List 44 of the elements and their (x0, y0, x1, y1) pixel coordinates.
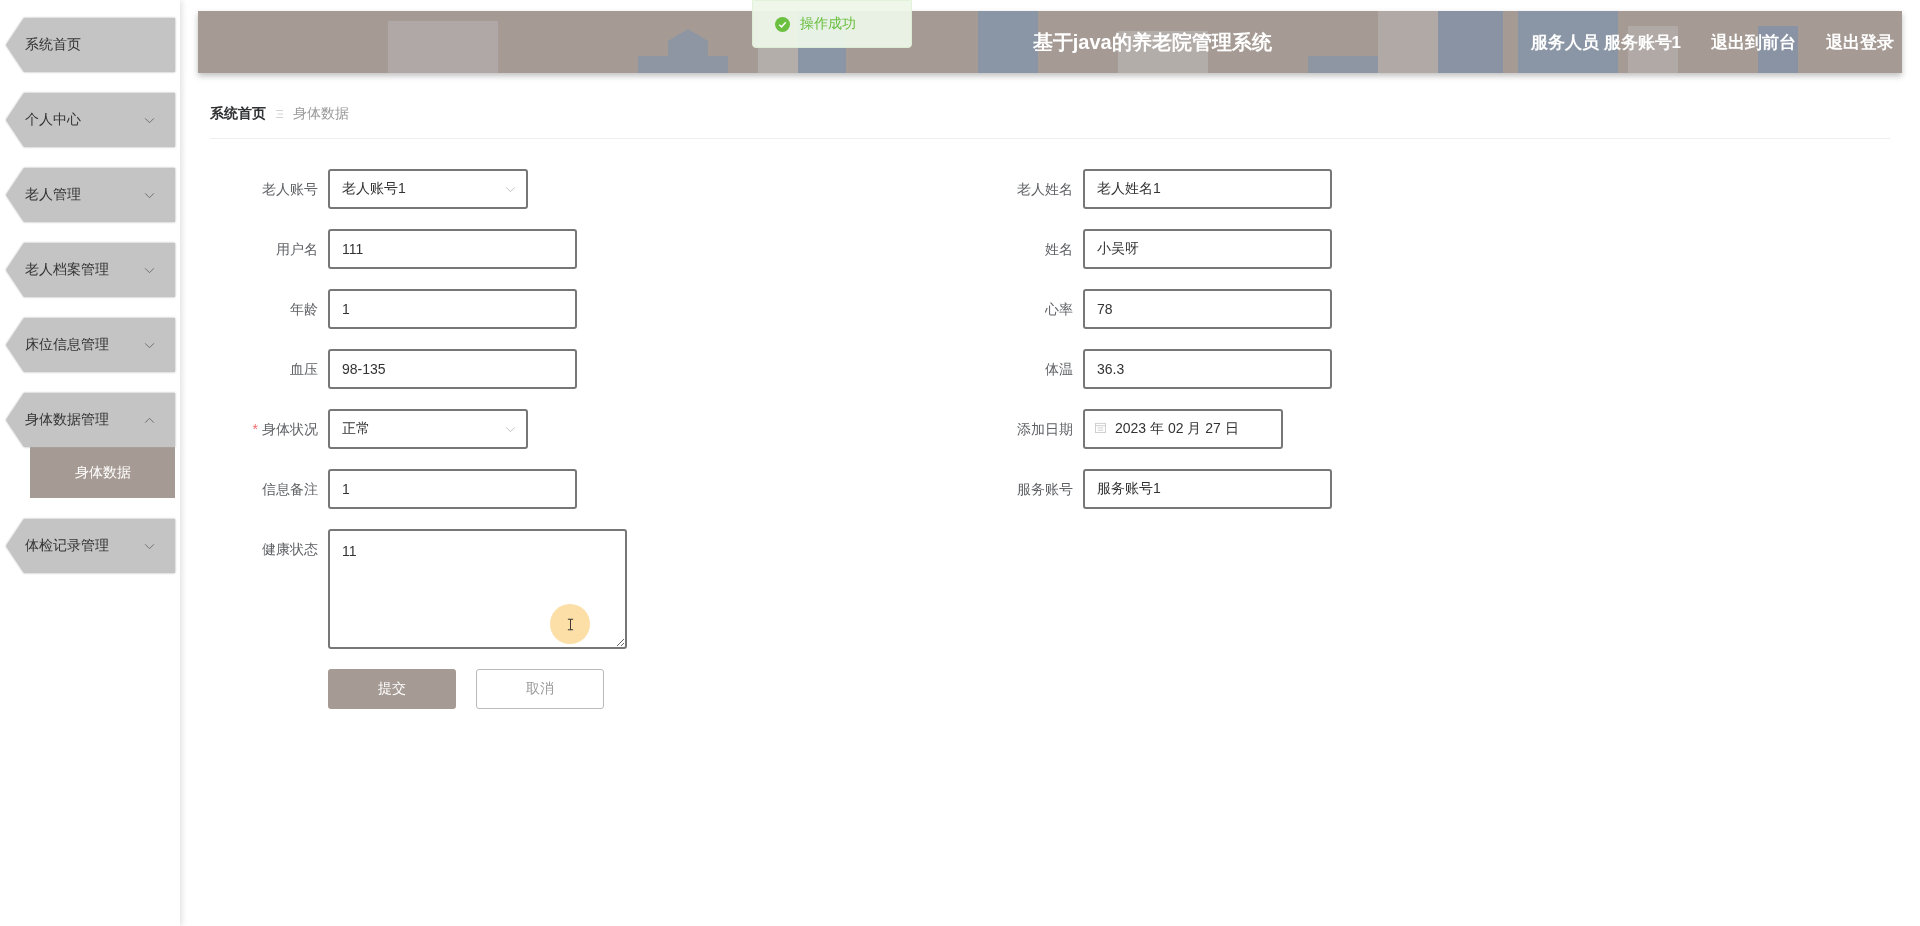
toast-text: 操作成功 (800, 15, 856, 33)
caret-icon (505, 426, 516, 433)
sidebar-item[interactable]: 床位信息管理 (6, 318, 175, 372)
separator-icon (276, 109, 283, 119)
breadcrumb-link[interactable]: 系统首页 (210, 105, 266, 123)
input-field[interactable]: 78 (1083, 289, 1332, 329)
sidebar-item[interactable]: 老人档案管理 (6, 243, 175, 297)
success-icon (775, 16, 790, 32)
input-field[interactable]: 服务账号1 (1083, 469, 1332, 509)
field-label: 老人账号 (262, 180, 318, 199)
input-field[interactable]: 1 (328, 289, 577, 329)
cursor-highlight-icon (550, 604, 590, 644)
field-label: 健康状态 (262, 540, 318, 559)
field-label: 心率 (1045, 300, 1073, 319)
textarea-field[interactable]: 11 (328, 529, 627, 649)
field-label: 血压 (290, 360, 318, 379)
sidebar-item[interactable]: 个人中心 (6, 93, 175, 147)
sidebar-item[interactable]: 身体数据管理 (6, 393, 175, 447)
field-label: 用户名 (276, 240, 318, 259)
date-field[interactable]: 2023 年 02 月 27 日 (1083, 409, 1283, 449)
sidebar-item[interactable]: 老人管理 (6, 168, 175, 222)
field-label: 添加日期 (1017, 420, 1073, 439)
calendar-icon (1095, 422, 1106, 433)
field-label: 体温 (1045, 360, 1073, 379)
user-label: 服务人员 服务账号1 (1530, 31, 1681, 54)
input-field[interactable]: 1 (328, 469, 577, 509)
field-label: 年龄 (290, 300, 318, 319)
sidebar-item[interactable]: 系统首页 (6, 18, 175, 72)
sidebar-item[interactable]: 体检记录管理 (6, 519, 175, 573)
field-label: 老人姓名 (1017, 180, 1073, 199)
input-field[interactable]: 36.3 (1083, 349, 1332, 389)
input-field[interactable]: 111 (328, 229, 577, 269)
field-label: 服务账号 (1017, 480, 1073, 499)
caret-icon (505, 186, 516, 193)
field-label: 信息备注 (262, 480, 318, 499)
app-title: 基于java的养老院管理系统 (1032, 29, 1272, 55)
field-label: 身体状况 (262, 420, 318, 439)
select-field[interactable]: 正常 (328, 409, 528, 449)
input-field[interactable]: 老人姓名1 (1083, 169, 1332, 209)
select-field[interactable]: 老人账号1 (328, 169, 528, 209)
field-label: 姓名 (1045, 240, 1073, 259)
input-field[interactable]: 98-135 (328, 349, 577, 389)
required-mark: * (252, 420, 258, 439)
input-field[interactable]: 小吴呀 (1083, 229, 1332, 269)
